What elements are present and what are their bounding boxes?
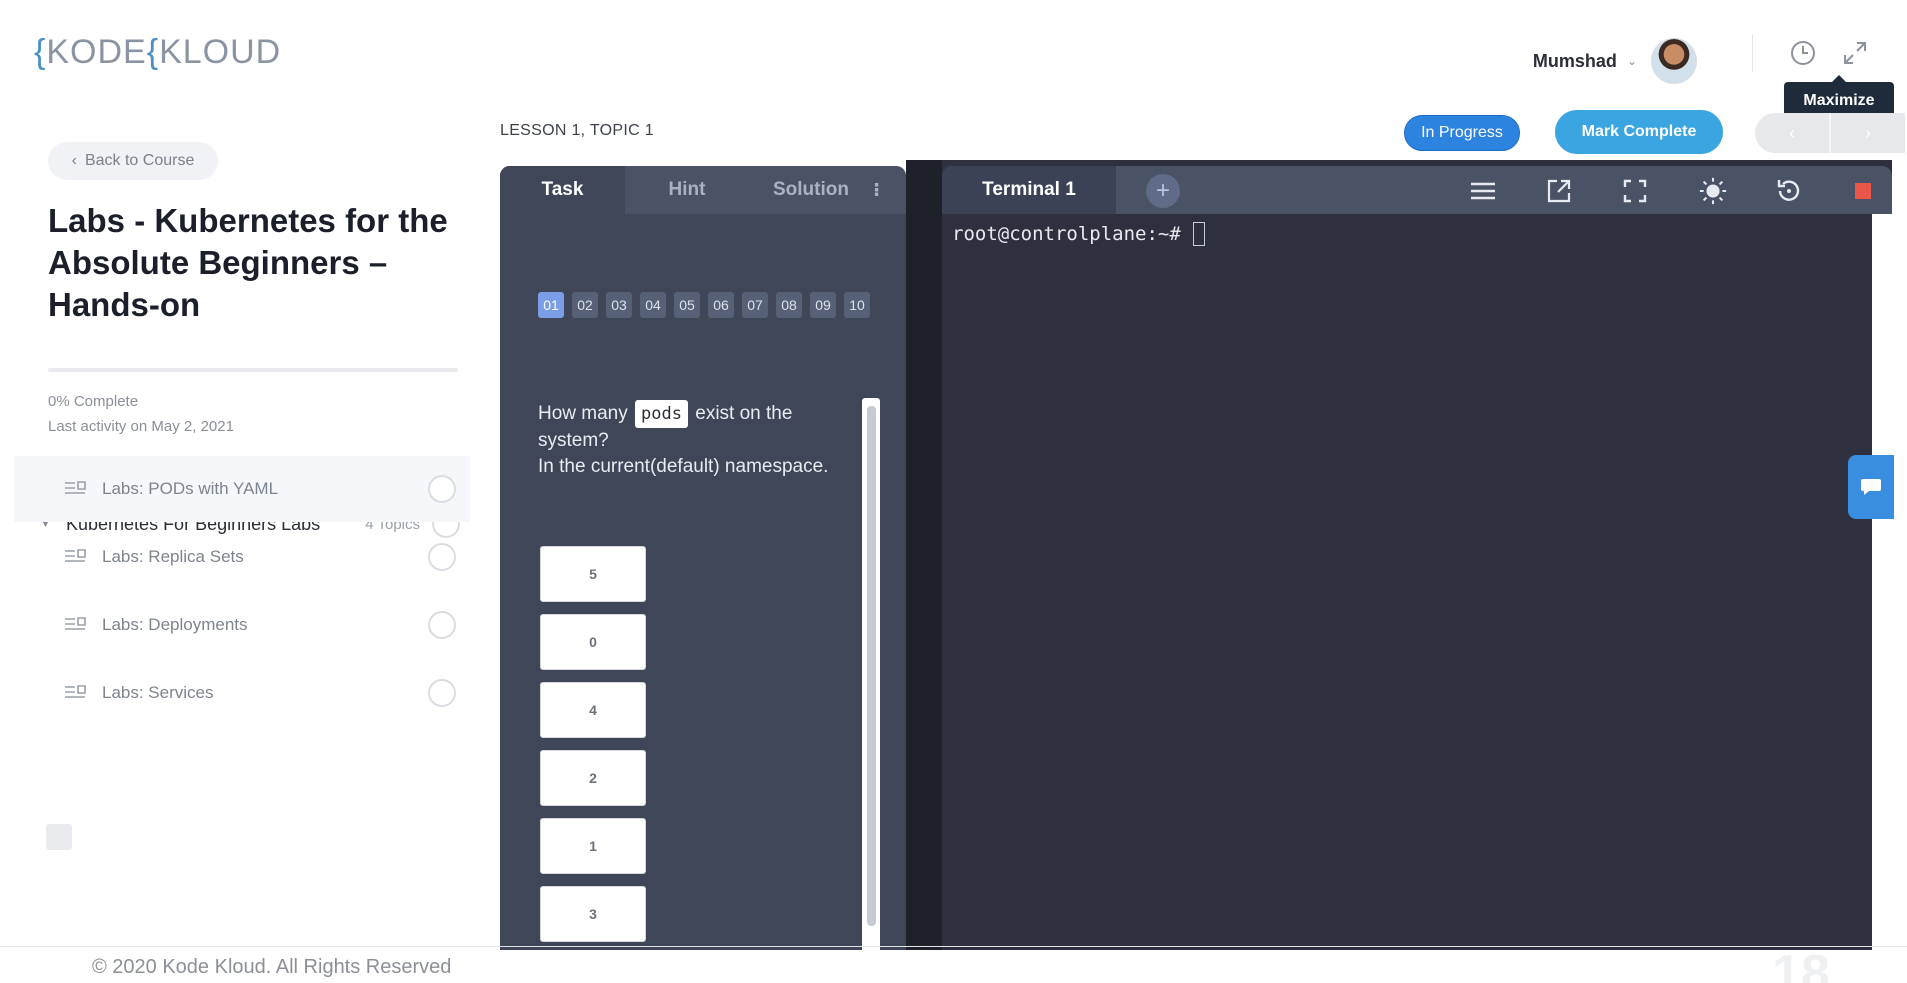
question-number[interactable]: 01	[538, 292, 564, 318]
next-topic-button[interactable]: ›	[1831, 113, 1905, 153]
terminal-panel[interactable]: Terminal 1 + root@controlplane:~#	[942, 160, 1892, 950]
question-number[interactable]: 07	[742, 292, 768, 318]
question-number[interactable]: 06	[708, 292, 734, 318]
back-to-course-button[interactable]: ‹ Back to Course	[48, 142, 218, 180]
tab-hint[interactable]: Hint	[625, 166, 749, 214]
last-activity: Last activity on May 2, 2021	[48, 418, 234, 435]
topic-label: Labs: Services	[102, 683, 214, 702]
avatar[interactable]	[1651, 38, 1697, 84]
reset-icon[interactable]	[1774, 176, 1804, 206]
terminal-scrollbar[interactable]	[1872, 214, 1892, 950]
in-progress-badge: In Progress	[1404, 115, 1520, 151]
question-number[interactable]: 09	[810, 292, 836, 318]
page-number: 18	[1772, 945, 1830, 983]
topic-item[interactable]: Labs: Deployments	[14, 592, 470, 658]
answer-option[interactable]: 4	[540, 682, 646, 738]
answer-option[interactable]: 5	[540, 546, 646, 602]
fullscreen-icon[interactable]	[1620, 176, 1650, 206]
answer-option[interactable]: 1	[540, 818, 646, 874]
topic-status-circle	[428, 611, 456, 639]
topic-status-circle	[428, 679, 456, 707]
prev-topic-button[interactable]: ‹	[1755, 113, 1831, 153]
brightness-icon[interactable]	[1698, 176, 1728, 206]
answer-option[interactable]: 0	[540, 614, 646, 670]
question-number[interactable]: 02	[572, 292, 598, 318]
terminal-prompt[interactable]: root@controlplane:~#	[952, 222, 1205, 246]
prompt-text: root@controlplane:~#	[952, 223, 1181, 245]
course-sidebar: ‹ Back to Course Labs - Kubernetes for t…	[0, 104, 470, 944]
terminal-toolbar: Terminal 1 +	[942, 166, 1892, 214]
stop-icon[interactable]	[1848, 176, 1878, 206]
chat-icon	[1861, 479, 1881, 495]
menu-icon[interactable]	[1468, 176, 1498, 206]
lesson-list-icon	[65, 481, 86, 494]
topic-label: Labs: Deployments	[102, 615, 248, 634]
course-progress-bar	[48, 368, 458, 372]
tab-terminal-1[interactable]: Terminal 1	[942, 166, 1116, 214]
faded-square	[46, 824, 72, 850]
question-number[interactable]: 10	[844, 292, 870, 318]
question-line2: In the current(default) namespace.	[538, 456, 829, 477]
question-code: pods	[635, 400, 688, 428]
topic-status-circle	[428, 475, 456, 503]
question-scrollbar[interactable]	[862, 398, 880, 950]
question-number[interactable]: 03	[606, 292, 632, 318]
course-title: Labs - Kubernetes for the Absolute Begin…	[48, 202, 448, 323]
lesson-list-icon	[65, 685, 86, 698]
question-number[interactable]: 04	[640, 292, 666, 318]
question-number[interactable]: 08	[776, 292, 802, 318]
external-link-icon[interactable]	[1544, 176, 1574, 206]
task-panel: Task Hint Solution ⁝ 01 02 03 04 05 06 07 08 09 1…	[500, 166, 906, 950]
topic-label: Labs: PODs with YAML	[102, 479, 279, 498]
question-prefix: How many	[538, 403, 628, 424]
clock-icon[interactable]	[1788, 38, 1818, 68]
logo-text-left: KODE	[46, 32, 147, 71]
question-number[interactable]: 05	[674, 292, 700, 318]
logo-text-right: KLOUD	[159, 32, 282, 71]
tab-solution[interactable]: Solution	[749, 166, 873, 214]
footer-copyright: © 2020 Kode Kloud. All Rights Reserved	[92, 956, 452, 978]
topic-nav: ‹ ›	[1755, 113, 1905, 153]
question-numbers: 01 02 03 04 05 06 07 08 09 10	[538, 292, 870, 318]
add-terminal-button[interactable]: +	[1146, 174, 1180, 208]
back-to-course-label: Back to Course	[84, 152, 195, 169]
kodekloud-logo[interactable]: {KODE{KLOUD	[34, 30, 281, 74]
topic-item[interactable]: Labs: Services	[14, 660, 470, 726]
scrollbar-thumb[interactable]	[867, 406, 876, 926]
user-caret-icon: ⌄	[1626, 54, 1637, 68]
mark-complete-button[interactable]: Mark Complete	[1555, 110, 1723, 154]
progress-percent: 0% Complete	[48, 393, 139, 410]
topic-status-circle	[428, 543, 456, 571]
panel-splitter[interactable]	[906, 160, 942, 950]
topic-item[interactable]: Labs: Replica Sets	[14, 524, 470, 590]
footer-divider	[0, 946, 1907, 947]
user-menu[interactable]: Mumshad ⌄	[1533, 38, 1697, 84]
lesson-topic-label: LESSON 1, TOPIC 1	[500, 122, 654, 139]
tab-task[interactable]: Task	[500, 166, 625, 214]
topic-item[interactable]: Labs: PODs with YAML	[14, 456, 470, 522]
expand-icon[interactable]	[1840, 38, 1870, 68]
lesson-list-icon	[65, 617, 86, 630]
user-name: Mumshad	[1532, 50, 1617, 71]
chevron-left-icon: ‹	[71, 152, 77, 169]
question-text: How many pods exist on the system? In th…	[538, 400, 838, 480]
answer-option[interactable]: 3	[540, 886, 646, 942]
answer-option[interactable]: 2	[540, 750, 646, 806]
header-divider	[1752, 34, 1753, 72]
tabs-overflow-icon[interactable]: ⁝	[873, 166, 906, 214]
chat-button[interactable]	[1848, 455, 1894, 519]
task-tabs: Task Hint Solution ⁝	[500, 166, 906, 214]
terminal-cursor	[1192, 222, 1205, 246]
lesson-list-icon	[65, 549, 86, 562]
topic-label: Labs: Replica Sets	[102, 547, 244, 566]
